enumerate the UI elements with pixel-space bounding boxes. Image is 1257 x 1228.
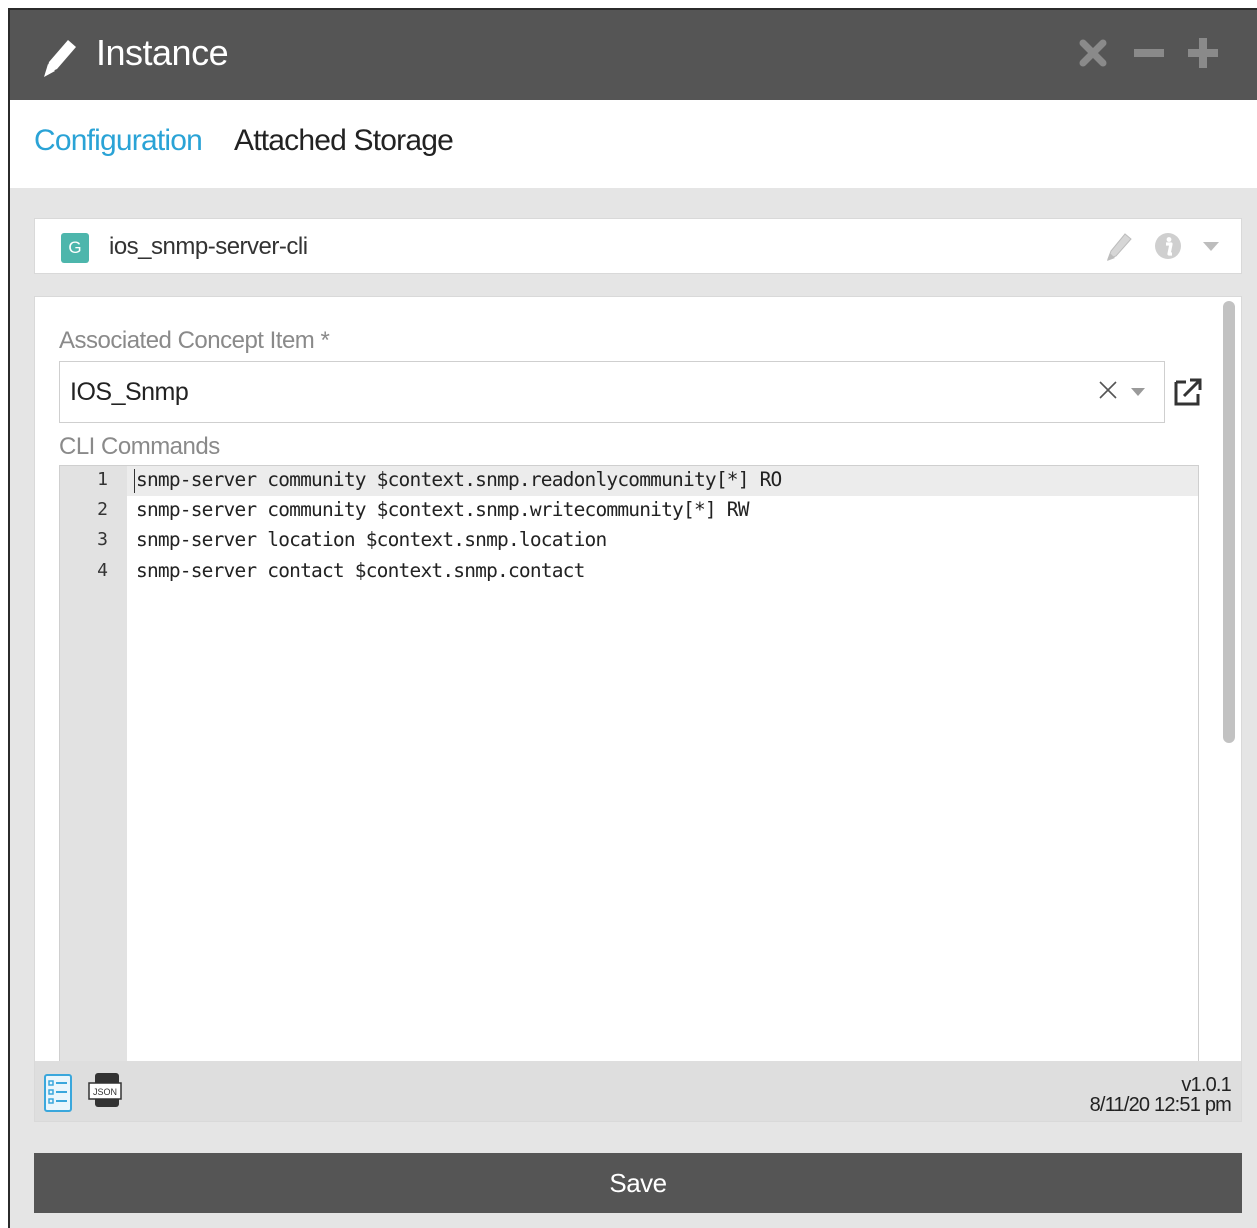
- tab-bar: Configuration Attached Storage: [10, 100, 1257, 188]
- pencil-icon: [44, 40, 76, 77]
- info-icon[interactable]: [1153, 231, 1183, 261]
- maximize-icon[interactable]: [1186, 36, 1220, 70]
- line-number: 3: [97, 529, 108, 550]
- scrollbar-thumb[interactable]: [1223, 301, 1235, 743]
- modified-timestamp: 8/11/20 12:51 pm: [1089, 1094, 1232, 1116]
- code-line[interactable]: snmp-server community $context.snmp.writ…: [136, 498, 749, 521]
- cli-commands-label: CLI Commands: [59, 433, 220, 460]
- line-number: 4: [97, 560, 108, 581]
- close-icon[interactable]: [1076, 36, 1110, 70]
- cli-code-editor[interactable]: 1 2 3 4 snmp-server community $context.s…: [59, 465, 1199, 1065]
- clear-icon[interactable]: [1096, 378, 1120, 402]
- instance-window: Instance Configuration Attached Storage …: [8, 8, 1257, 1228]
- json-view-icon[interactable]: JSON: [87, 1071, 123, 1111]
- line-number-gutter: [60, 466, 127, 1064]
- json-icon-label: JSON: [93, 1087, 117, 1097]
- concept-item-label: Associated Concept Item *: [59, 327, 330, 354]
- save-button[interactable]: Save: [34, 1153, 1242, 1213]
- template-type-badge: G: [61, 233, 89, 263]
- concept-item-value: IOS_Snmp: [70, 378, 189, 406]
- configuration-form: Associated Concept Item * IOS_Snmp CLI C…: [34, 296, 1242, 1122]
- open-external-icon[interactable]: [1173, 377, 1203, 407]
- text-cursor: [134, 469, 135, 493]
- code-line[interactable]: snmp-server community $context.snmp.read…: [136, 468, 782, 491]
- chevron-down-icon[interactable]: [1201, 239, 1221, 253]
- template-header[interactable]: G ios_snmp-server-cli: [34, 218, 1242, 274]
- window-title: Instance: [96, 32, 229, 73]
- concept-item-select[interactable]: IOS_Snmp: [59, 361, 1165, 423]
- minimize-icon[interactable]: [1132, 36, 1166, 70]
- code-line[interactable]: snmp-server contact $context.snmp.contac…: [136, 559, 585, 582]
- caret-down-icon[interactable]: [1130, 387, 1146, 397]
- line-number: 2: [97, 499, 108, 520]
- edit-pencil-icon[interactable]: [1103, 229, 1133, 263]
- line-number: 1: [97, 469, 108, 490]
- form-view-icon[interactable]: [43, 1073, 73, 1113]
- version-number: v1.0.1: [1181, 1074, 1231, 1096]
- version-info: v1.0.1 8/11/20 12:51 pm: [1089, 1074, 1232, 1116]
- tab-attached-storage[interactable]: Attached Storage: [234, 124, 454, 158]
- title-bar: Instance: [10, 10, 1257, 100]
- code-line[interactable]: snmp-server location $context.snmp.locat…: [136, 528, 607, 551]
- template-name: ios_snmp-server-cli: [109, 233, 308, 260]
- form-footer: JSON v1.0.1 8/11/20 12:51 pm: [35, 1061, 1241, 1121]
- tab-configuration[interactable]: Configuration: [34, 124, 203, 158]
